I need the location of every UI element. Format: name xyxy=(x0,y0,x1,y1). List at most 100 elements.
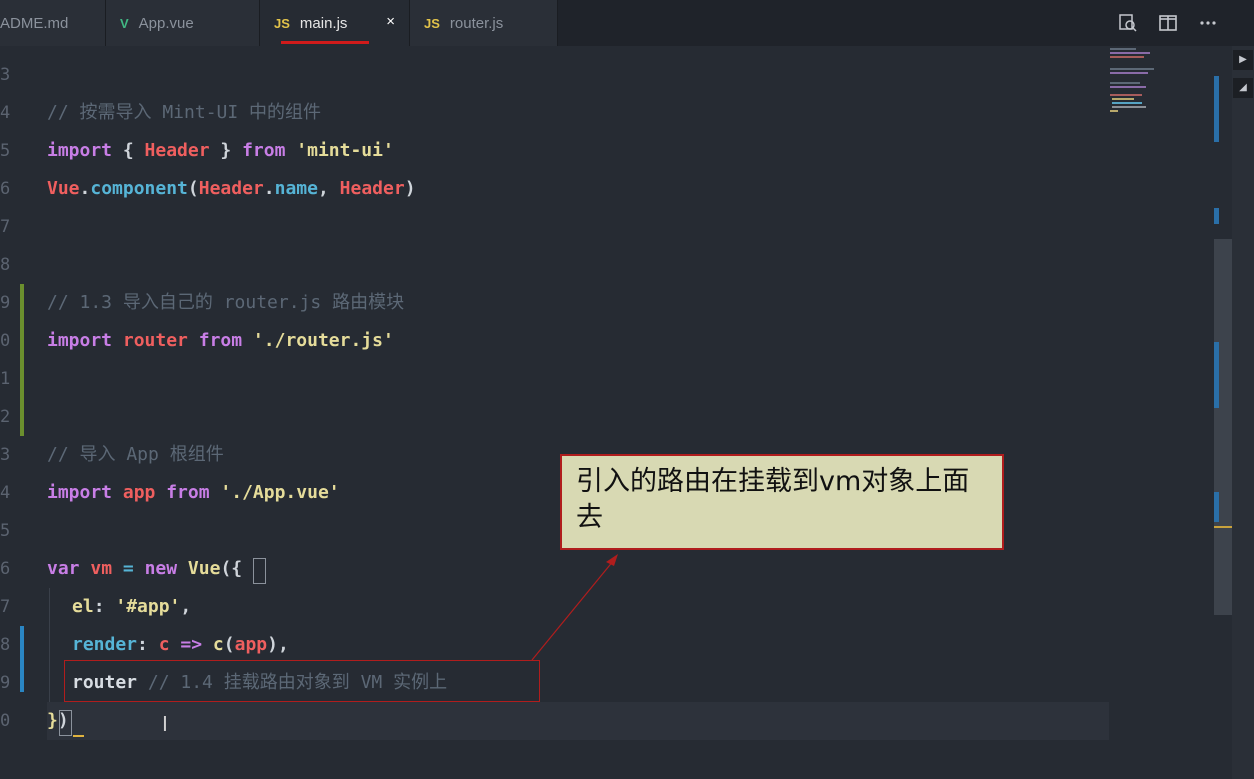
code-line-comment: // 导入 App 根组件 xyxy=(47,444,224,465)
code-line: var vm = new Vue({ xyxy=(47,550,242,588)
code-line: el: '#app', xyxy=(72,588,191,626)
string: '#app' xyxy=(115,596,181,617)
more-actions-icon[interactable] xyxy=(1198,13,1218,38)
side-panel xyxy=(1232,46,1254,779)
mouse-ibeam-icon: I xyxy=(162,712,168,736)
tab-label: router.js xyxy=(449,14,504,32)
punctuation: } xyxy=(47,710,58,731)
bracket-match-box xyxy=(59,710,72,736)
line-number: 0 xyxy=(0,331,11,351)
scrollbar-marker xyxy=(1214,208,1219,224)
open-changes-icon[interactable] xyxy=(1118,13,1138,38)
code-line-comment: // 按需导入 Mint-UI 中的组件 xyxy=(47,102,322,123)
expand-right-icon[interactable]: ▶ xyxy=(1233,50,1253,70)
keyword: from xyxy=(166,482,210,503)
code-line-comment: // 1.3 导入自己的 router.js 路由模块 xyxy=(47,292,405,313)
line-number: 8 xyxy=(0,255,11,275)
tab-label: App.vue xyxy=(138,14,194,32)
line-number: 2 xyxy=(0,407,11,427)
tab-main-js[interactable]: JS main.js × xyxy=(260,0,410,46)
tab-app-vue[interactable]: V App.vue xyxy=(106,0,260,46)
punctuation: } xyxy=(209,140,243,161)
punctuation: ( xyxy=(220,558,232,579)
vue-icon: V xyxy=(120,15,129,31)
scrollbar-marker xyxy=(1214,342,1219,408)
keyword: import xyxy=(47,330,113,351)
keyword: import xyxy=(47,482,113,503)
keyword: from xyxy=(198,330,243,351)
collapse-down-icon[interactable]: ◢ xyxy=(1233,78,1253,98)
function: c xyxy=(212,634,224,655)
text-cursor xyxy=(73,735,84,737)
string: './App.vue' xyxy=(209,482,340,503)
line-number: 7 xyxy=(0,597,11,617)
punctuation: ) xyxy=(267,634,278,655)
class-name: Vue xyxy=(177,558,221,579)
active-tab-indicator xyxy=(281,41,369,44)
code-line: import router from './router.js' xyxy=(47,322,394,360)
tab-router-js[interactable]: JS router.js xyxy=(410,0,558,46)
punctuation: { xyxy=(112,140,145,161)
code-line: render: c => c(app), xyxy=(72,626,289,664)
line-number: 8 xyxy=(0,635,11,655)
line-number: 7 xyxy=(0,217,11,237)
identifier: Header xyxy=(339,178,405,199)
close-icon[interactable]: × xyxy=(386,13,395,30)
tab-bar: ADME.md V App.vue JS main.js × JS router… xyxy=(0,0,1254,46)
js-icon: JS xyxy=(424,15,440,31)
punctuation: , xyxy=(317,178,340,199)
tab-label: ADME.md xyxy=(0,14,69,32)
punctuation: ( xyxy=(187,178,199,199)
cursor-position-marker xyxy=(1214,526,1232,528)
punctuation: , xyxy=(180,596,192,617)
operator: => xyxy=(169,634,213,655)
tab-readme[interactable]: ADME.md xyxy=(0,0,106,46)
parameter: c xyxy=(158,634,170,655)
identifier: router xyxy=(112,330,199,351)
line-number: 9 xyxy=(0,293,11,313)
code-line: import app from './App.vue' xyxy=(47,474,340,512)
property: render xyxy=(72,634,138,655)
bracket-match-box xyxy=(253,558,266,584)
line-number: 6 xyxy=(0,559,11,579)
line-number: 1 xyxy=(0,369,11,389)
line-number: 6 xyxy=(0,179,11,199)
annotation-callout: 引入的路由在挂载到vm对象上面去 xyxy=(560,454,1004,550)
operator: = xyxy=(122,558,145,579)
current-line-highlight xyxy=(47,702,1109,740)
property: el xyxy=(72,596,94,617)
keyword: new xyxy=(144,558,178,579)
identifier: Header xyxy=(198,178,264,199)
punctuation: ( xyxy=(223,634,235,655)
scrollbar-marker xyxy=(1214,492,1219,522)
line-number: 3 xyxy=(0,65,11,85)
annotation-highlight-box xyxy=(64,660,540,702)
identifier: app xyxy=(234,634,268,655)
keyword: import xyxy=(47,140,113,161)
line-number: 5 xyxy=(0,141,11,161)
tab-label: main.js xyxy=(299,14,348,32)
identifier: vm xyxy=(79,558,123,579)
punctuation: . xyxy=(263,178,275,199)
property: name xyxy=(274,178,318,199)
line-number: 5 xyxy=(0,521,11,541)
identifier: Header xyxy=(144,140,210,161)
line-number: 0 xyxy=(0,711,11,731)
minimap[interactable] xyxy=(1108,46,1158,126)
split-editor-icon[interactable] xyxy=(1158,13,1178,38)
punctuation: ) xyxy=(404,178,416,199)
code-line: Vue.component(Header.name, Header) xyxy=(47,170,416,208)
line-number: 3 xyxy=(0,445,11,465)
identifier: app xyxy=(112,482,167,503)
punctuation: : xyxy=(137,634,159,655)
string: 'mint-ui' xyxy=(285,140,394,161)
function: component xyxy=(90,178,188,199)
js-icon: JS xyxy=(274,15,290,31)
punctuation: { xyxy=(231,558,243,579)
string: './router.js' xyxy=(242,330,394,351)
code-line: import { Header } from 'mint-ui' xyxy=(47,132,394,170)
keyword: from xyxy=(242,140,286,161)
scrollbar-marker xyxy=(1214,76,1219,142)
scrollbar-thumb[interactable] xyxy=(1214,239,1232,615)
punctuation: , xyxy=(277,634,289,655)
